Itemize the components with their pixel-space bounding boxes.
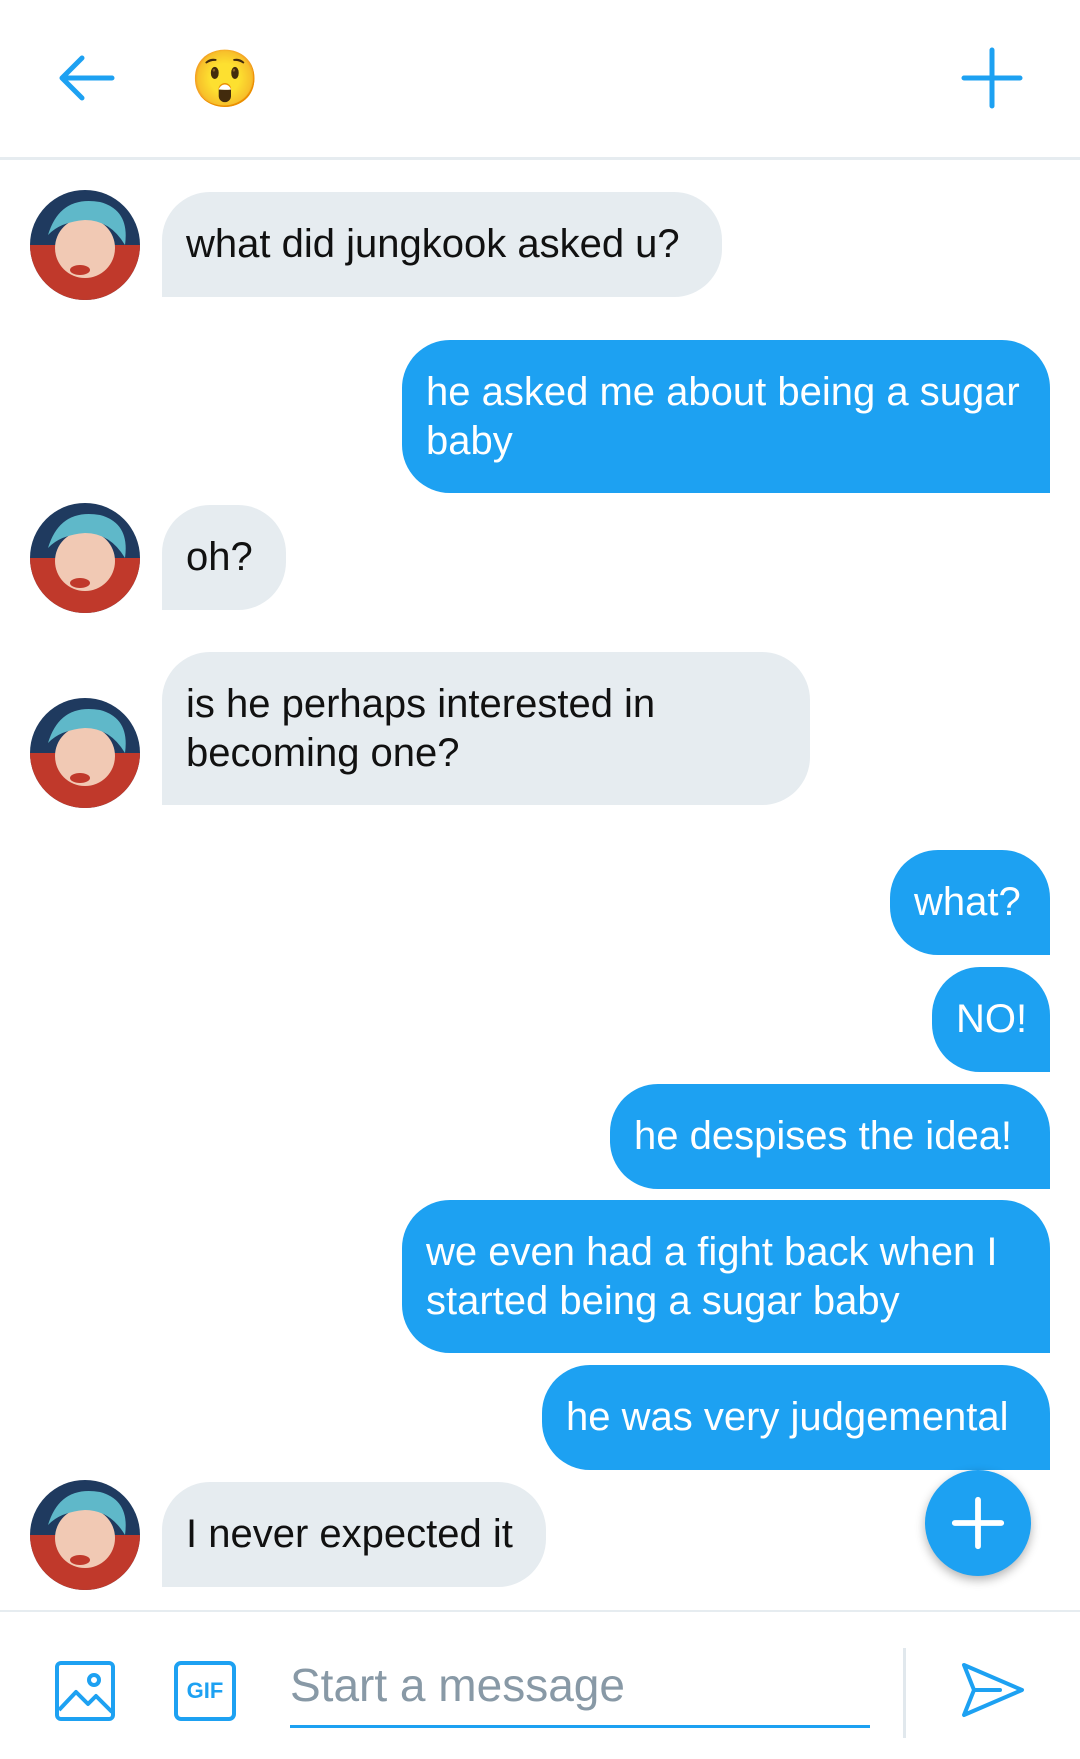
message-text: what did jungkook asked u? bbox=[186, 222, 680, 266]
gif-button[interactable]: GIF bbox=[173, 1660, 237, 1722]
send-icon[interactable] bbox=[960, 1657, 1026, 1723]
composer-divider bbox=[903, 1648, 906, 1738]
message-composer: GIF bbox=[0, 1610, 1080, 1759]
message-bubble[interactable]: I never expected it bbox=[162, 1482, 546, 1587]
back-arrow-icon[interactable] bbox=[56, 48, 116, 108]
conversation-header: 😲 bbox=[0, 0, 1080, 160]
message-bubble[interactable]: he asked me about being a sugar baby bbox=[402, 340, 1050, 493]
message-input-wrapper bbox=[290, 1648, 870, 1728]
message-text: he was very judgemental bbox=[566, 1395, 1009, 1439]
avatar[interactable] bbox=[30, 503, 140, 613]
avatar[interactable] bbox=[30, 190, 140, 300]
message-text: he asked me about being a sugar baby bbox=[426, 369, 1020, 463]
message-input[interactable] bbox=[290, 1648, 870, 1722]
message-bubble[interactable]: we even had a fight back when I started … bbox=[402, 1200, 1050, 1353]
message-text: he despises the idea! bbox=[634, 1114, 1013, 1158]
message-bubble[interactable]: NO! bbox=[932, 967, 1050, 1072]
avatar[interactable] bbox=[30, 1480, 140, 1590]
message-bubble[interactable]: oh? bbox=[162, 505, 286, 610]
gif-label: GIF bbox=[186, 1678, 224, 1703]
plus-icon bbox=[951, 1496, 1005, 1550]
message-bubble[interactable]: what? bbox=[890, 850, 1050, 955]
message-text: what? bbox=[914, 880, 1021, 924]
plus-icon[interactable] bbox=[960, 46, 1024, 110]
message-bubble[interactable]: he was very judgemental bbox=[542, 1365, 1050, 1470]
conversation-title-emoji[interactable]: 😲 bbox=[190, 48, 260, 110]
message-bubble[interactable]: he despises the idea! bbox=[610, 1084, 1050, 1189]
image-icon[interactable] bbox=[54, 1660, 116, 1722]
message-text: NO! bbox=[956, 997, 1028, 1041]
message-text: oh? bbox=[186, 535, 253, 579]
message-bubble[interactable]: is he perhaps interested in becoming one… bbox=[162, 652, 810, 805]
message-bubble[interactable]: what did jungkook asked u? bbox=[162, 192, 722, 297]
message-thread: what did jungkook asked u? he asked me a… bbox=[0, 160, 1080, 1610]
new-message-fab[interactable] bbox=[925, 1470, 1031, 1576]
message-text: we even had a fight back when I started … bbox=[426, 1229, 998, 1323]
message-text: I never expected it bbox=[186, 1512, 513, 1556]
avatar[interactable] bbox=[30, 698, 140, 808]
message-text: is he perhaps interested in becoming one… bbox=[186, 681, 656, 775]
